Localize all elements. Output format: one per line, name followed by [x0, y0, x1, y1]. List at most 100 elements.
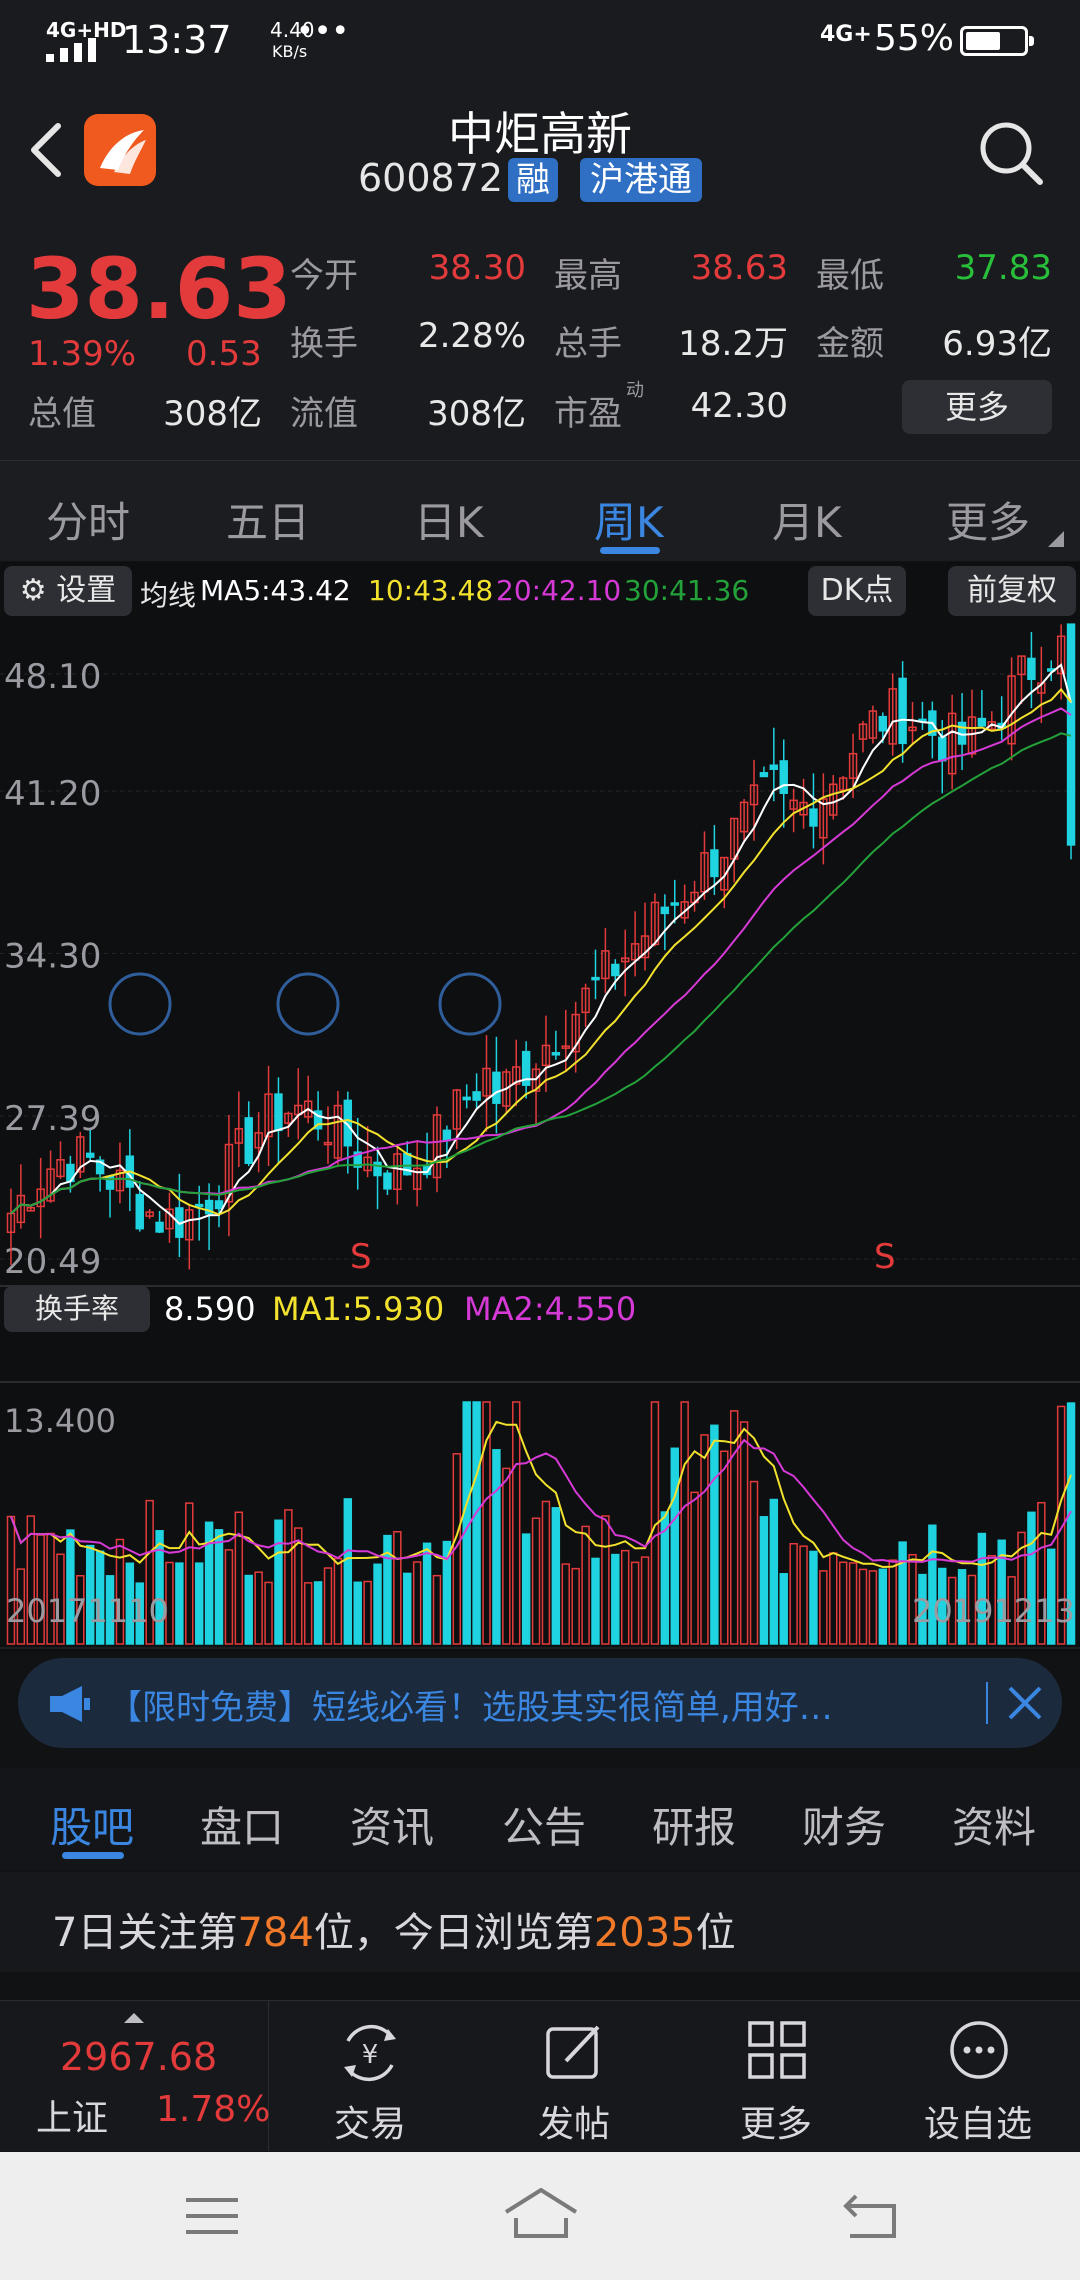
turnover-bar [224, 1549, 234, 1645]
turnover-bar [611, 1553, 620, 1645]
turnover-bar [700, 1434, 709, 1645]
turnover-value: 2.28% [417, 316, 526, 356]
close-icon[interactable] [1006, 1684, 1044, 1722]
turnover-bar [769, 1498, 779, 1645]
search-icon[interactable] [976, 118, 1046, 188]
add-watchlist-button[interactable]: 设自选 [898, 2001, 1058, 2151]
sell-marker: S [874, 1237, 896, 1277]
change-amount: 0.53 [186, 334, 262, 374]
back-icon[interactable] [28, 122, 64, 178]
turnover-bar [749, 1480, 759, 1645]
trade-button[interactable]: ¥ 交易 [290, 2001, 450, 2151]
caret-up-icon [124, 2013, 144, 2023]
turnover-bar [789, 1543, 798, 1645]
candle-body [898, 677, 907, 745]
tab-research[interactable]: 研报 [652, 1794, 736, 1855]
status-bar: 4G+HD 13:37 4.40 KB/s ••• 4G+ 55% [0, 0, 1080, 80]
stock-header: 中炬高新 600872 融 沪港通 [0, 80, 1080, 230]
turnover-bar [512, 1401, 521, 1645]
tab-more[interactable]: 更多 [946, 489, 1030, 550]
open-label: 今开 [290, 256, 358, 296]
system-nav-bar [0, 2152, 1080, 2280]
turnover-bar [194, 1562, 204, 1645]
tab-news[interactable]: 资讯 [350, 1794, 434, 1855]
turnover-bar [432, 1574, 442, 1645]
turnover-bar [690, 1491, 699, 1645]
ma30-value: 30:41.36 [624, 574, 750, 607]
tab-finance[interactable]: 财务 [802, 1794, 886, 1855]
tab-five-day[interactable]: 五日 [226, 489, 310, 550]
clock: 13:37 [122, 18, 232, 62]
turnover-bar [313, 1581, 323, 1645]
open-value: 38.30 [428, 248, 526, 288]
kline-chart-area: ⚙ 设置 均线 MA5:43.42 10:43.48 20:42.10 30:4… [0, 562, 1080, 1652]
connect-badge: 沪港通 [580, 158, 702, 202]
tab-intraday[interactable]: 分时 [46, 489, 130, 550]
low-value: 37.83 [954, 248, 1052, 288]
turnover-bar [323, 1567, 333, 1645]
more-circle-icon [950, 2021, 1008, 2079]
turnover-rate-button[interactable]: 换手率 [4, 1286, 150, 1332]
sub-value: 8.590 [164, 1290, 256, 1328]
index-value: 2967.68 [60, 2035, 218, 2079]
turnover-bar [630, 1561, 640, 1645]
tab-weekly-k[interactable]: 周K [594, 489, 664, 550]
tab-forum[interactable]: 股吧 [50, 1794, 134, 1855]
back-nav-icon[interactable] [842, 2192, 898, 2240]
post-button[interactable]: 发帖 [494, 2001, 654, 2151]
turnover-bar [591, 1557, 600, 1645]
tab-monthly-k[interactable]: 月K [772, 489, 842, 550]
turnover-bar [551, 1507, 561, 1645]
menu-icon[interactable] [184, 2196, 240, 2236]
y-tick-label: 20.49 [4, 1242, 101, 1282]
chart-settings-button[interactable]: ⚙ 设置 [4, 566, 132, 616]
amount-value: 6.93亿 [942, 324, 1052, 364]
turnover-bar [878, 1568, 888, 1645]
active-tab-indicator [600, 547, 660, 554]
index-ticker[interactable]: 2967.68 上证 1.78% [0, 2001, 270, 2151]
sell-marker: S [350, 1237, 372, 1277]
high-value: 38.63 [690, 248, 788, 288]
turnover-bar [274, 1519, 283, 1645]
ma5-value: MA5:43.42 [200, 574, 351, 607]
ma10-line [10, 687, 1072, 1216]
dk-point-button[interactable]: DK点 [808, 566, 906, 616]
candle-body [878, 715, 888, 732]
tab-profile[interactable]: 资料 [952, 1794, 1036, 1855]
more-tools-button[interactable]: 更多 [696, 2001, 856, 2151]
price-adjust-button[interactable]: 前复权 [948, 566, 1076, 616]
tab-announcements[interactable]: 公告 [502, 1794, 586, 1855]
candle-body [551, 1052, 561, 1056]
pe-label: 市盈 [554, 394, 622, 434]
candle-body [710, 849, 719, 878]
sub-y-tick-label: 13.400 [4, 1402, 116, 1440]
candle-body [938, 736, 947, 762]
quote-panel: 38.63 1.39% 0.53 总值 308亿 今开 38.30 最高 38.… [0, 230, 1080, 460]
turnover-bar [868, 1570, 878, 1645]
candle-body [472, 1091, 481, 1101]
turnover-bar [739, 1421, 749, 1645]
tab-orderbook[interactable]: 盘口 [200, 1794, 284, 1855]
svg-text:¥: ¥ [362, 2040, 379, 2070]
turnover-bar [185, 1502, 194, 1645]
turnover-bar [303, 1582, 313, 1645]
home-icon[interactable] [504, 2188, 578, 2240]
candle-body [759, 772, 769, 778]
amount-label: 金额 [816, 324, 884, 364]
kline-chart[interactable]: 48.10 41.20 34.30 27.39 20.49 S S 13.400 [0, 622, 1080, 1652]
edit-icon [546, 2025, 600, 2079]
post-label: 发帖 [537, 2104, 610, 2145]
megaphone-icon [50, 1686, 90, 1722]
network-4g-indicator: 4G+ [820, 22, 872, 47]
candle-body [214, 1200, 224, 1210]
turnover-bar [581, 1525, 590, 1645]
float-value: 308亿 [427, 394, 526, 434]
trade-icon: ¥ [344, 2024, 396, 2082]
promo-banner[interactable]: 【限时免费】短线必看！选股其实很简单,用好… [18, 1658, 1062, 1748]
x-end-label: 20191213 [912, 1592, 1075, 1630]
more-quote-button[interactable]: 更多 [902, 380, 1052, 434]
tab-daily-k[interactable]: 日K [414, 489, 484, 550]
mktcap-label: 总值 [28, 394, 96, 434]
candle-body [670, 902, 679, 906]
candle-body [1027, 657, 1036, 681]
